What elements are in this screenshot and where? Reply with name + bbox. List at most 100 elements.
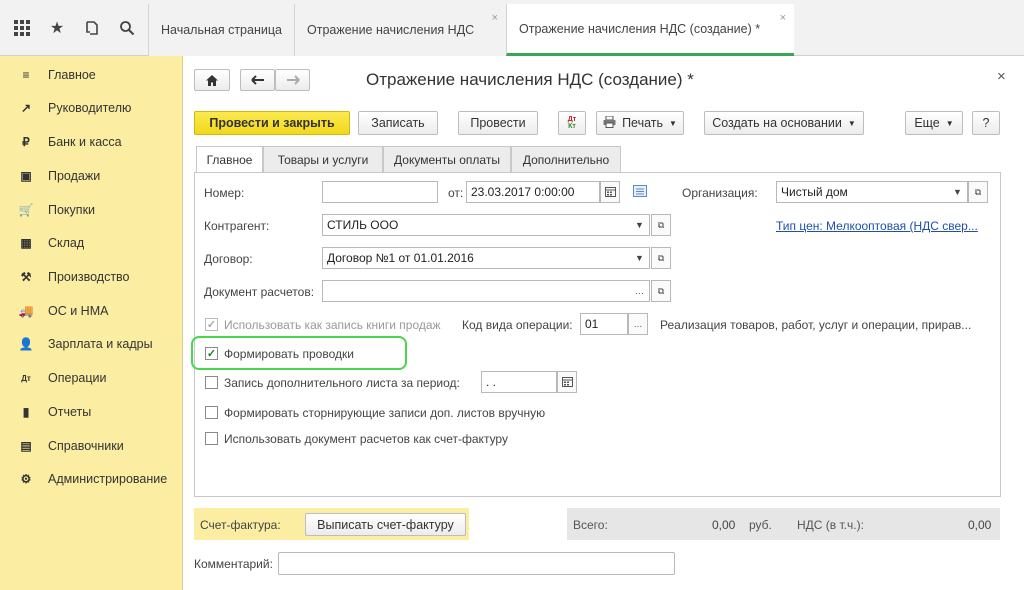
close-form-icon[interactable]: × <box>997 68 1006 85</box>
open-icon[interactable]: ⧉ <box>651 247 671 269</box>
sidebar-item-fixed-assets[interactable]: 🚚 ОС и НМА <box>18 301 109 321</box>
gear-icon: ⚙ <box>20 472 32 486</box>
help-button[interactable]: ? <box>972 111 1000 135</box>
storno-label: Формировать сторнирующие записи доп. лис… <box>224 406 546 420</box>
bag-icon: ▣ <box>20 169 32 183</box>
save-button[interactable]: Записать <box>358 111 438 135</box>
debit-credit-button[interactable]: Дт Кт <box>558 111 586 135</box>
book-icon: ▤ <box>20 439 32 453</box>
tab-home[interactable]: Начальная страница <box>148 4 294 56</box>
sidebar-item-operations[interactable]: Дт Операции <box>18 368 106 388</box>
close-icon[interactable]: × <box>780 12 786 24</box>
price-type-link[interactable]: Тип цен: Мелкооптовая (НДС свер... <box>776 219 978 233</box>
sidebar-item-purchases[interactable]: 🛒 Покупки <box>18 200 96 220</box>
sidebar-item-label: Склад <box>48 236 85 250</box>
use-doc-as-invoice-checkbox[interactable] <box>205 432 218 445</box>
forward-button[interactable] <box>275 69 310 91</box>
op-code-input[interactable]: 01 <box>580 313 628 335</box>
use-as-sales-book-checkbox[interactable]: ✓ <box>205 318 218 331</box>
sidebar-item-label: Отчеты <box>48 405 92 419</box>
sidebar-item-label: Операции <box>48 371 107 385</box>
comment-input[interactable] <box>278 552 675 575</box>
form-entries-label: Формировать проводки <box>224 347 354 361</box>
tab-additional[interactable]: Дополнительно <box>511 146 621 172</box>
dropdown-arrow-icon[interactable]: ▼ <box>948 181 968 203</box>
search-icon[interactable] <box>117 18 137 38</box>
apps-grid-icon[interactable] <box>12 18 32 38</box>
date-label: от: <box>448 186 464 200</box>
contract-select[interactable]: Договор №1 от 01.01.2016 <box>322 247 650 269</box>
truck-icon: 🚚 <box>18 304 34 318</box>
chevron-down-icon: ▼ <box>669 118 677 128</box>
date-input[interactable]: 23.03.2017 0:00:00 <box>466 181 600 203</box>
open-icon[interactable]: ⧉ <box>651 214 671 236</box>
additional-sheet-date-input[interactable]: . . <box>481 371 557 393</box>
settlement-doc-input[interactable] <box>322 280 650 302</box>
totals-panel <box>567 508 1000 540</box>
calendar-icon[interactable] <box>600 181 620 203</box>
invoice-label: Счет-фактура: <box>200 518 281 532</box>
calendar-icon[interactable] <box>557 371 577 393</box>
tab-vat-accrual-list[interactable]: Отражение начисления НДС × <box>294 4 506 56</box>
dropdown-arrow-icon[interactable]: ▼ <box>630 214 650 236</box>
open-icon[interactable]: ⧉ <box>651 280 671 302</box>
number-input[interactable] <box>322 181 438 203</box>
total-label: Всего: <box>573 518 608 532</box>
production-icon: ⚒ <box>20 270 32 284</box>
dropdown-arrow-icon[interactable]: ▼ <box>630 247 650 269</box>
history-icon[interactable] <box>82 18 102 38</box>
sidebar-item-payroll[interactable]: 👤 Зарплата и кадры <box>18 334 153 354</box>
additional-sheet-label: Запись дополнительного листа за период: <box>224 376 460 390</box>
tab-main[interactable]: Главное <box>196 146 263 173</box>
tab-label: Отражение начисления НДС <box>307 23 475 37</box>
counterparty-select[interactable]: СТИЛЬ ООО <box>322 214 650 236</box>
print-button[interactable]: Печать ▼ <box>596 111 684 135</box>
bar-chart-icon: ▮ <box>22 405 30 419</box>
contract-label: Договор: <box>204 252 253 266</box>
additional-sheet-checkbox[interactable] <box>205 376 218 389</box>
form-entries-checkbox[interactable]: ✓ <box>205 347 218 360</box>
issue-invoice-button[interactable]: Выписать счет-фактуру <box>305 513 466 536</box>
post-and-close-button[interactable]: Провести и закрыть <box>194 111 350 135</box>
open-icon[interactable]: ⧉ <box>968 181 988 203</box>
home-button[interactable] <box>194 69 230 91</box>
sidebar-item-warehouse[interactable]: ▦ Склад <box>18 233 84 253</box>
sidebar-item-main[interactable]: ≡ Главное <box>18 65 95 85</box>
select-ellipsis-icon[interactable]: … <box>630 280 650 302</box>
currency-label: руб. <box>749 518 772 532</box>
total-value: 0,00 <box>712 518 736 532</box>
sidebar-item-directories[interactable]: ▤ Справочники <box>18 436 123 456</box>
document-list-icon[interactable] <box>633 185 647 200</box>
sidebar-item-reports[interactable]: ▮ Отчеты <box>18 402 92 422</box>
sidebar-item-administration[interactable]: ⚙ Администрирование <box>18 469 168 489</box>
organization-select[interactable]: Чистый дом <box>776 181 968 203</box>
sidebar-item-label: Зарплата и кадры <box>48 337 153 351</box>
warehouse-icon: ▦ <box>20 236 32 250</box>
favorites-star-icon[interactable]: ★ <box>47 18 67 38</box>
tab-goods-services[interactable]: Товары и услуги <box>263 146 383 172</box>
menu-icon: ≡ <box>22 68 30 82</box>
post-button[interactable]: Провести <box>458 111 538 135</box>
sidebar-item-label: Производство <box>48 270 130 284</box>
chevron-down-icon: ▼ <box>945 118 954 128</box>
sidebar-item-management[interactable]: ↗ Руководителю <box>18 98 131 118</box>
settlement-doc-label: Документ расчетов: <box>204 285 315 299</box>
person-icon: 👤 <box>18 337 34 351</box>
storno-checkbox[interactable] <box>205 406 218 419</box>
more-button[interactable]: Еще ▼ <box>905 111 963 135</box>
sidebar-item-bank[interactable]: ₽ Банк и касса <box>18 132 121 152</box>
sidebar-item-label: Покупки <box>48 203 96 217</box>
page-title: Отражение начисления НДС (создание) * <box>366 70 694 89</box>
close-icon[interactable]: × <box>492 12 498 24</box>
select-ellipsis-icon[interactable]: … <box>628 313 648 335</box>
sidebar-item-sales[interactable]: ▣ Продажи <box>18 166 100 186</box>
tab-payment-documents[interactable]: Документы оплаты <box>383 146 511 172</box>
tab-vat-accrual-create[interactable]: Отражение начисления НДС (создание) * × <box>506 4 794 56</box>
sidebar-item-label: Руководителю <box>48 101 132 115</box>
create-based-on-button[interactable]: Создать на основании ▼ <box>704 111 864 135</box>
use-as-sales-book-label: Использовать как запись книги продаж <box>224 318 441 332</box>
use-doc-as-invoice-label: Использовать документ расчетов как счет-… <box>224 432 508 446</box>
sidebar-item-production[interactable]: ⚒ Производство <box>18 267 130 287</box>
more-label: Еще <box>914 116 940 130</box>
back-button[interactable] <box>240 69 275 91</box>
